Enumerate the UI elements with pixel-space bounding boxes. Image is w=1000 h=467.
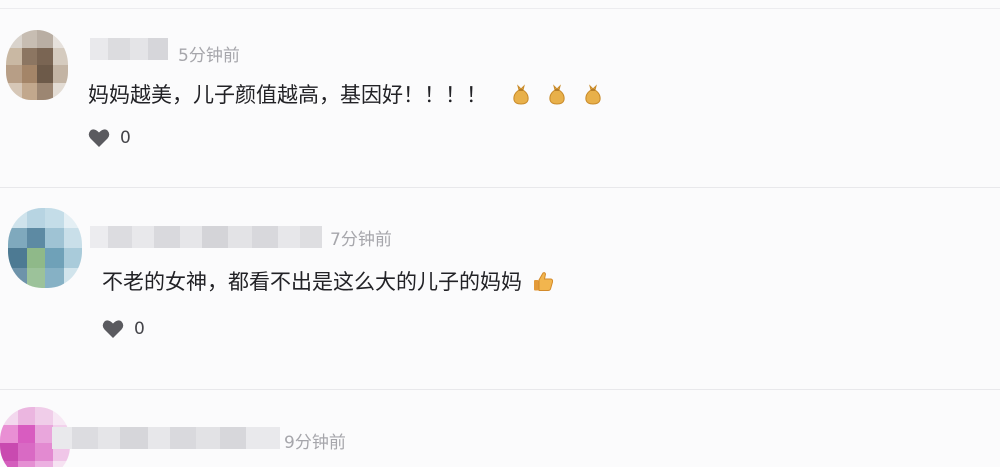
- heart-icon: [88, 129, 110, 147]
- comment-time: 5分钟前: [178, 46, 240, 66]
- comment-time: 9分钟前: [284, 433, 346, 453]
- money-bag-emoji: [513, 84, 529, 105]
- money-bag-emoji: [585, 84, 601, 105]
- comment-text: 妈妈越美，儿子颜值越高，基因好！！！！: [88, 79, 603, 109]
- like-count: 0: [134, 319, 145, 339]
- like-button[interactable]: 0: [88, 128, 131, 148]
- heart-icon: [102, 320, 124, 338]
- thumbs-up-emoji: [534, 272, 554, 291]
- avatar[interactable]: [8, 208, 82, 288]
- username-redacted: [52, 427, 280, 449]
- avatar[interactable]: [6, 30, 68, 100]
- like-count: 0: [120, 128, 131, 148]
- comment-text: 不老的女神，都看不出是这么大的儿子的妈妈: [102, 266, 554, 296]
- money-bag-emoji: [549, 84, 565, 105]
- top-divider: [0, 8, 1000, 9]
- like-button[interactable]: 0: [102, 319, 145, 339]
- comment-text-content: 妈妈越美，儿子颜值越高，基因好！！！！: [88, 83, 487, 107]
- comment-time: 7分钟前: [330, 230, 392, 250]
- username-redacted: [90, 38, 168, 60]
- comment-divider: [0, 187, 1000, 188]
- comment-feed: 5分钟前 妈妈越美，儿子颜值越高，基因好！！！！ 0 7分钟前 不老的女神，都看…: [0, 0, 1000, 467]
- comment-divider: [0, 389, 1000, 390]
- comment-text-content: 不老的女神，都看不出是这么大的儿子的妈妈: [102, 270, 522, 294]
- username-redacted: [90, 226, 322, 248]
